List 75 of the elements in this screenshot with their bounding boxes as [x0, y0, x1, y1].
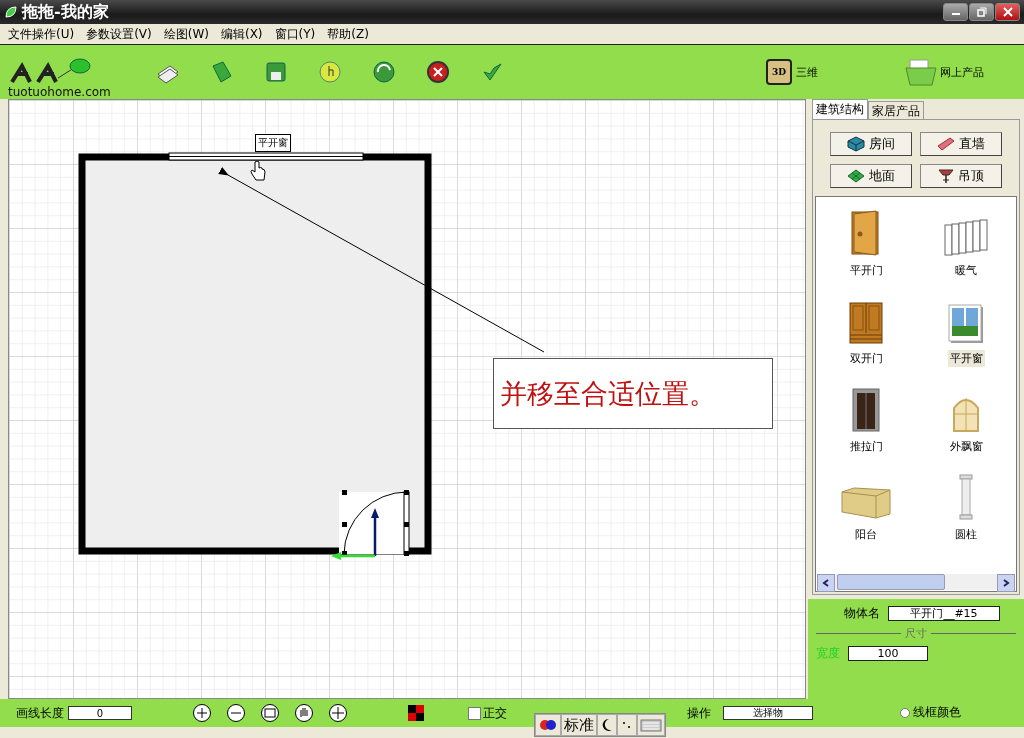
hand-cursor-icon — [249, 160, 267, 182]
scroll-left-button[interactable] — [817, 574, 835, 592]
tile-icon — [847, 169, 865, 183]
door-drawing[interactable] — [331, 490, 410, 560]
category-button[interactable]: 地面 — [830, 164, 912, 188]
moon-icon[interactable] — [597, 714, 617, 736]
basket-icon[interactable] — [904, 58, 938, 86]
operation-field: 选择物 — [723, 706, 813, 720]
object-name-field[interactable]: 平开门__#15 — [888, 606, 1000, 621]
callout-text: 并移至合适位置。 — [493, 358, 773, 429]
radiator-icon — [942, 216, 990, 256]
component-item[interactable]: 外飘窗 — [947, 438, 985, 455]
menu-item[interactable]: 绘图(W) — [157, 25, 215, 43]
operation-label: 操作 — [687, 704, 711, 722]
lamp-icon — [938, 168, 954, 184]
component-item[interactable]: 平开窗 — [947, 350, 985, 367]
window-label: 平开窗 — [255, 134, 291, 152]
sliding-door-icon — [852, 388, 880, 432]
book-icon[interactable] — [210, 60, 234, 84]
zoom-out-icon[interactable] — [226, 703, 246, 723]
menu-item[interactable]: 帮助(Z) — [321, 25, 375, 43]
category-button[interactable]: 吊顶 — [920, 164, 1002, 188]
3d-view-button[interactable]: 3D — [766, 59, 792, 85]
ime-logo-icon[interactable] — [535, 714, 561, 736]
component-item[interactable]: 推拉门 — [847, 438, 885, 455]
close-icon — [1002, 7, 1013, 17]
minimize-button[interactable] — [943, 3, 968, 21]
scrollbar-thumb[interactable] — [837, 574, 945, 590]
wireframe-radio[interactable] — [900, 707, 910, 718]
category-button[interactable]: 直墙 — [920, 132, 1002, 156]
column-icon — [959, 474, 973, 520]
3d-view-label: 三维 — [796, 64, 818, 80]
ortho-label: 正交 — [483, 704, 507, 722]
save-icon[interactable] — [264, 60, 288, 84]
close-button[interactable] — [995, 3, 1020, 21]
panel-tab[interactable]: 建筑结构 — [812, 99, 868, 119]
window-icon — [948, 304, 984, 344]
move-icon[interactable] — [328, 703, 348, 723]
online-products-label[interactable]: 网上产品 — [940, 64, 984, 80]
balcony-icon — [840, 484, 892, 520]
double-door-icon — [849, 302, 883, 344]
size-legend: 尺寸 — [905, 626, 927, 641]
line-length-label: 画线长度 — [16, 704, 64, 722]
floor-plan-canvas[interactable]: 平开窗 并移至合适位置。 — [8, 99, 806, 699]
component-item[interactable]: 平开门 — [847, 262, 885, 279]
window-title: 拖拖-我的家 — [22, 1, 109, 23]
color-swatch-icon[interactable] — [408, 705, 424, 721]
window-symbol[interactable] — [168, 152, 364, 161]
brick-icon — [937, 137, 955, 151]
scroll-right-button[interactable] — [997, 574, 1015, 592]
width-label: 宽度 — [816, 645, 840, 662]
menu-item[interactable]: 编辑(X) — [214, 25, 269, 43]
fit-view-icon[interactable] — [260, 703, 280, 723]
leaf-icon — [4, 5, 18, 19]
restore-icon — [976, 7, 987, 17]
panel-tab[interactable]: 家居产品 — [868, 101, 924, 119]
menu-item[interactable]: 文件操作(U) — [2, 25, 81, 43]
width-field[interactable]: 100 — [848, 646, 928, 661]
close-icon[interactable] — [426, 60, 450, 84]
menu-item[interactable]: 窗口(Y) — [268, 25, 322, 43]
ime-mode-button[interactable]: 标准 — [561, 714, 597, 736]
component-item[interactable]: 圆柱 — [953, 526, 979, 543]
logo-text: tuotuohome.com — [8, 86, 112, 99]
line-length-field[interactable]: 0 — [68, 706, 132, 720]
object-name-label: 物体名 — [844, 605, 880, 622]
menu-item[interactable]: 参数设置(V) — [80, 25, 158, 43]
category-button[interactable]: 房间 — [830, 132, 912, 156]
cube-icon — [847, 136, 865, 152]
ortho-checkbox[interactable] — [468, 706, 481, 720]
component-item[interactable]: 阳台 — [853, 526, 879, 543]
restore-button[interactable] — [969, 3, 994, 21]
component-item[interactable]: 双开门 — [847, 350, 885, 367]
wireframe-color-label: 线框颜色 — [913, 704, 961, 721]
zoom-in-icon[interactable] — [192, 703, 212, 723]
component-item[interactable]: 暖气 — [953, 262, 979, 279]
